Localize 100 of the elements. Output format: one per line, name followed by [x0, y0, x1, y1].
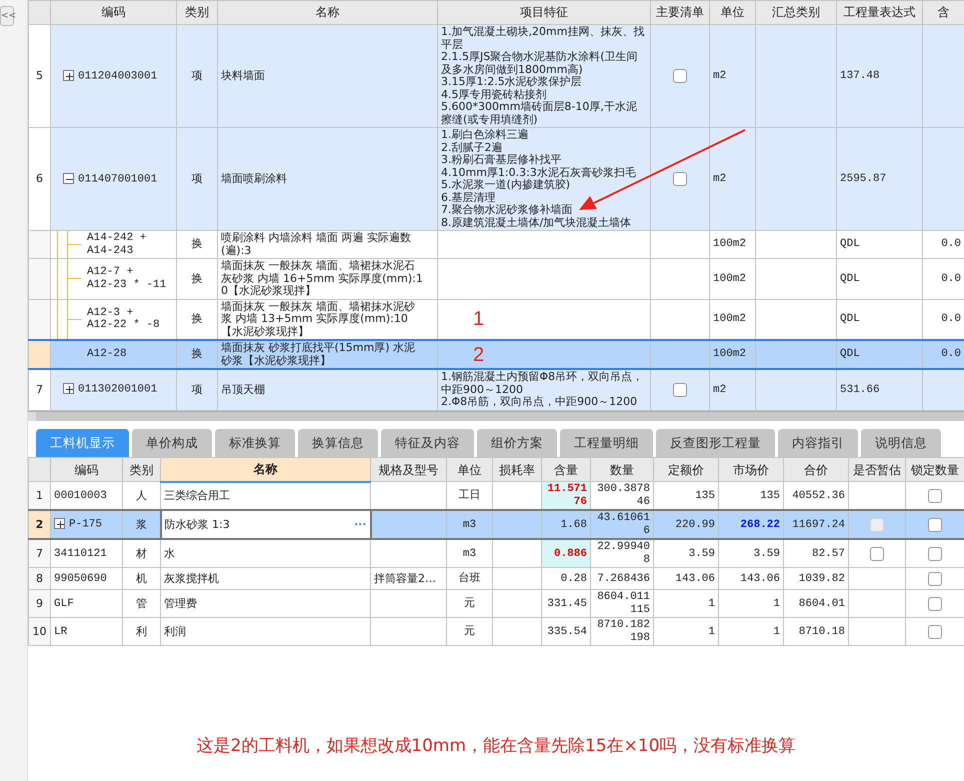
collapse-icon[interactable] [63, 172, 74, 184]
checkbox[interactable] [928, 572, 942, 586]
quantity-cell: 43.610616 [590, 510, 654, 540]
type-cell: 管 [122, 590, 160, 618]
expression-cell: 137.48 [836, 24, 922, 128]
price-cell: 1 [718, 590, 784, 618]
feature-line: 4.5厚专用瓷砖粘接剂 [441, 88, 548, 101]
feature-line: 5.600*300mm墙砖面层8-10厚,干水泥擦缝(或专用填缝剂) [441, 101, 638, 126]
annotation-number: 1 [473, 308, 484, 330]
column-header[interactable]: 类别 [122, 458, 160, 482]
name-cell: 吊顶天棚 [218, 369, 438, 410]
name-cell: 墙面喷刷涂料 [218, 128, 438, 230]
feature-line: 2.刮腻子2遍 [441, 142, 504, 154]
checkbox[interactable] [673, 382, 687, 397]
price-cell: 1 [654, 590, 718, 618]
column-header[interactable]: 是否暂估 [848, 458, 906, 482]
type-cell: 材 [122, 539, 160, 568]
unit-cell: m3 [446, 539, 492, 568]
item-code: A12-3 + A12-22 * -8 [50, 299, 176, 340]
column-header[interactable]: 锁定数量 [906, 458, 964, 482]
column-header[interactable]: 单位 [446, 458, 492, 482]
content-cell: 0.886 [542, 539, 590, 568]
collapse-panel-button[interactable]: << [0, 6, 14, 26]
feature-line: 3.15厚1:2.5水泥砂浆保护层 [441, 76, 583, 88]
price-cell: 268.22 [718, 510, 784, 540]
price-cell: 1 [718, 618, 784, 646]
name-cell: 利润 [160, 618, 370, 646]
horizontal-scrollbar[interactable] [28, 410, 964, 420]
column-header[interactable]: 定额价 [654, 458, 718, 482]
content-cell: 331.45 [542, 590, 590, 618]
column-header[interactable]: 市场价 [718, 458, 784, 482]
tab[interactable]: 组价方案 [477, 428, 557, 458]
column-header: 类别 [176, 0, 218, 24]
price-cell: 3.59 [718, 539, 784, 568]
checkbox[interactable] [928, 518, 942, 532]
name-cell: 块料墙面 [218, 24, 438, 128]
row-number: 5 [28, 24, 50, 128]
item-code: 011302001001 [78, 384, 158, 396]
expression-cell: QDL [836, 340, 922, 369]
type-cell: 项 [176, 128, 218, 230]
checkbox[interactable] [928, 596, 942, 611]
tab[interactable]: 说明信息 [861, 428, 941, 458]
item-code: A12-7 + A12-23 * -11 [50, 258, 176, 299]
tab[interactable]: 特征及内容 [381, 428, 474, 458]
column-header[interactable]: 合价 [784, 458, 848, 482]
unit-cell: 100m2 [710, 340, 756, 369]
name-cell: 喷刷涂料 内墙涂料 墙面 两遍 实际遍数(遍):3 [218, 230, 438, 258]
annotation-text: 这是2的工料机，如果想改成10mm，能在含量先除15在×10吗，没有标准换算 [195, 734, 797, 758]
column-header[interactable]: 损耗率 [492, 458, 542, 482]
expression-cell: QDL [836, 258, 922, 299]
expression-cell: 2595.87 [836, 128, 922, 230]
tab[interactable]: 标准换算 [215, 428, 295, 458]
tab[interactable]: 反查图形工程量 [656, 428, 775, 458]
column-header[interactable]: 规格及型号 [370, 458, 446, 482]
feature-line: 2.Φ8吊筋，双向吊点，中距900～1200 [441, 396, 638, 408]
name-cell: 墙面抹灰 砂浆打底找平(15mm厚) 水泥砂浆【水泥砂浆现拌】 [218, 340, 438, 369]
tab[interactable]: 单价构成 [132, 428, 212, 458]
row-number: 9 [28, 590, 50, 618]
row-number: 2 [28, 510, 50, 540]
column-header[interactable]: 名称 [160, 458, 370, 482]
feature-line: 6.基层清理 [441, 192, 496, 204]
type-cell: 机 [122, 568, 160, 590]
price-cell: 220.99 [654, 510, 718, 540]
tab[interactable]: 换算信息 [298, 428, 378, 458]
total-cell: 8604.01 [784, 590, 848, 618]
checkbox[interactable] [928, 624, 942, 639]
tab[interactable]: 工程量明细 [560, 428, 653, 458]
expand-icon[interactable] [63, 383, 74, 394]
feature-line: 2.1.5厚JS聚合物水泥基防水涂料(卫生间及多水房间做到1800mm高) [441, 51, 639, 76]
feature-line: 8.原建筑混凝土墙体/加气块混凝土墙体 [441, 216, 632, 229]
checkbox[interactable] [673, 69, 687, 83]
content-cell: 335.54 [542, 618, 590, 646]
type-cell: 利 [122, 618, 160, 646]
total-cell: 8710.18 [784, 618, 848, 646]
type-cell: 项 [176, 24, 218, 128]
content-cell: 11.57176 [542, 482, 590, 510]
item-code: GLF [50, 590, 122, 618]
price-cell: 143.06 [654, 568, 718, 590]
column-header[interactable]: 编码 [50, 458, 122, 482]
expand-icon[interactable] [63, 70, 74, 81]
item-code: 34110121 [50, 539, 122, 568]
item-code: 011407001001 [78, 172, 158, 185]
checkbox[interactable] [928, 546, 942, 561]
price-cell: 1 [654, 618, 718, 646]
column-header[interactable]: 数量 [590, 458, 654, 482]
unit-cell: 100m2 [710, 258, 756, 299]
price-cell: 143.06 [718, 568, 784, 590]
selected-row[interactable]: A12-28 换 墙面抹灰 砂浆打底找平(15mm厚) 水泥砂浆【水泥砂浆现拌】 2 100m2 QDL 0.0 [28, 340, 964, 369]
checkbox[interactable] [870, 546, 884, 561]
feature-line: 5.水泥浆一道(内掺建筑胶) [441, 179, 572, 192]
checkbox[interactable] [928, 488, 942, 503]
type-cell: 浆 [122, 510, 160, 540]
annotation-number: 2 [473, 344, 484, 366]
content-cell: 0.0 [922, 340, 964, 369]
checkbox[interactable] [673, 172, 687, 186]
name-value: 防水砂浆 1:3 [164, 518, 230, 530]
tab[interactable]: 内容指引 [778, 428, 858, 458]
name-cell: 灰浆搅拌机 [160, 568, 370, 590]
expand-icon[interactable] [54, 518, 65, 530]
column-header[interactable]: 含量 [542, 458, 590, 482]
